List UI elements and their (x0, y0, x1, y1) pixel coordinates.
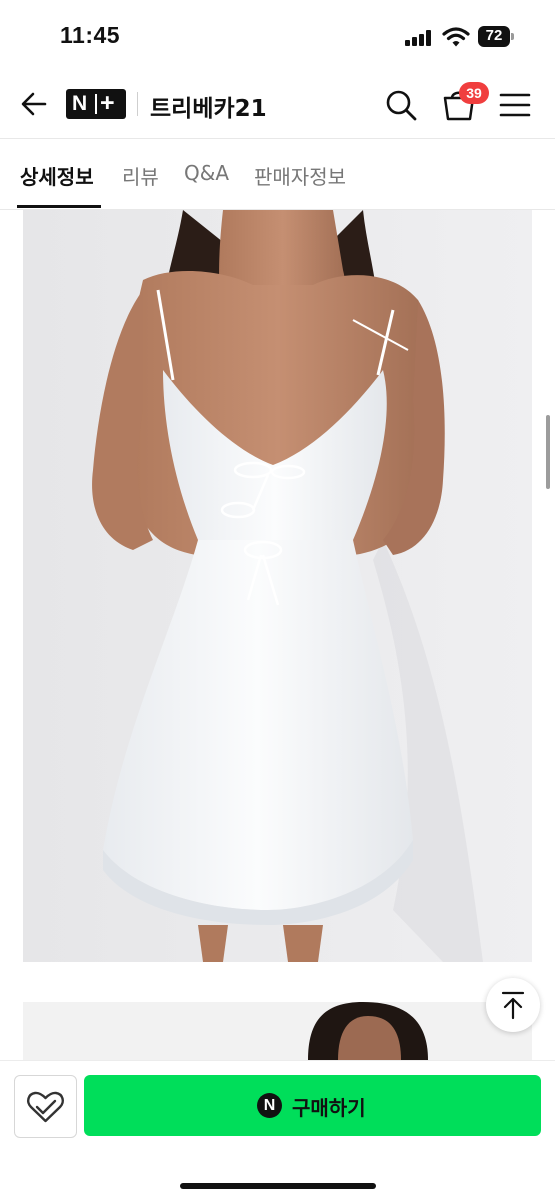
bottom-purchase-bar: N 구매하기 (0, 1060, 555, 1201)
wifi-icon (442, 27, 470, 47)
buy-button[interactable]: N 구매하기 (84, 1075, 541, 1136)
scroll-to-top-button[interactable] (486, 978, 540, 1032)
product-image (23, 210, 532, 962)
back-arrow-icon[interactable] (18, 88, 50, 120)
store-name[interactable]: 트리베카21 (150, 89, 267, 123)
naver-plus-logo[interactable]: N + (66, 89, 126, 119)
logo-n: N (72, 92, 88, 115)
home-indicator[interactable] (180, 1183, 376, 1189)
tab-reviews[interactable]: 리뷰 (122, 161, 159, 190)
battery-level: 72 (485, 27, 503, 44)
cellular-signal-icon (405, 30, 435, 46)
header-divider (137, 92, 138, 116)
active-tab-indicator (17, 205, 101, 208)
battery-icon: 72 (478, 26, 514, 47)
scroll-top-icon (501, 991, 525, 1020)
status-bar: 11:45 72 (0, 0, 555, 72)
search-icon[interactable] (384, 88, 418, 122)
tab-detail-info[interactable]: 상세정보 (20, 161, 94, 190)
cart-count-badge: 39 (459, 82, 489, 104)
naver-pay-icon: N (257, 1093, 282, 1118)
wishlist-button[interactable] (14, 1075, 77, 1138)
heart-check-icon (27, 1091, 64, 1123)
logo-plus: + (100, 89, 115, 117)
tab-seller-info[interactable]: 판매자정보 (254, 161, 346, 190)
buy-button-label: 구매하기 (292, 1096, 366, 1120)
product-image-2 (23, 1002, 532, 1060)
top-header: N + 트리베카21 39 (0, 72, 555, 139)
product-tabs: 상세정보 리뷰 Q&A 판매자정보 (0, 139, 555, 210)
status-time: 11:45 (60, 22, 121, 48)
hamburger-menu-icon[interactable] (499, 90, 531, 120)
scroll-indicator[interactable] (546, 415, 550, 489)
tab-qna[interactable]: Q&A (184, 161, 229, 185)
